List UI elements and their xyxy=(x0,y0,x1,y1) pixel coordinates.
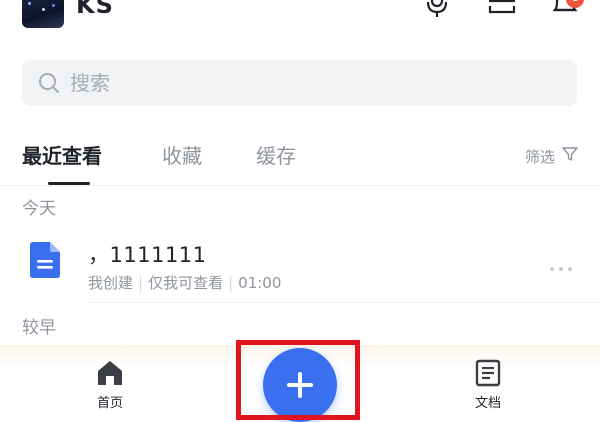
search-input[interactable] xyxy=(70,60,550,106)
home-icon xyxy=(98,361,122,385)
row-divider xyxy=(88,302,600,303)
nav-docs-label: 文档 xyxy=(474,396,501,411)
more-options-icon[interactable] xyxy=(548,258,574,271)
nav-home-label: 首页 xyxy=(96,396,123,411)
file-title: ，1111111 xyxy=(88,243,207,267)
file-creator: 我创建 xyxy=(88,274,134,292)
tab-cache[interactable]: 缓存 xyxy=(256,140,296,169)
tab-favorites[interactable]: 收藏 xyxy=(162,140,202,169)
file-permission: 仅我可查看 xyxy=(148,274,224,292)
search-icon xyxy=(38,72,60,94)
file-meta: 我创建 | 仅我可查看 | 01:00 xyxy=(88,272,281,293)
tab-divider xyxy=(0,185,600,186)
document-icon xyxy=(28,242,62,278)
section-label-earlier: 较早 xyxy=(22,318,56,338)
nav-home[interactable]: 首页 xyxy=(85,358,135,411)
filter-button[interactable]: 筛选 xyxy=(525,146,555,167)
docs-icon xyxy=(475,359,501,387)
section-label-today: 今天 xyxy=(22,199,56,219)
meta-separator: | xyxy=(138,274,144,292)
scan-icon[interactable] xyxy=(487,0,517,20)
meta-separator: | xyxy=(228,274,234,292)
tab-recent[interactable]: 最近查看 xyxy=(22,140,102,169)
top-bar: KS 1 xyxy=(0,0,600,40)
plus-icon xyxy=(287,372,313,398)
add-button[interactable] xyxy=(263,348,337,422)
user-name: KS xyxy=(76,0,114,19)
filter-icon[interactable] xyxy=(562,146,578,162)
nav-docs[interactable]: 文档 xyxy=(463,358,513,411)
microphone-icon[interactable] xyxy=(422,0,452,20)
avatar[interactable] xyxy=(22,0,64,28)
file-time: 01:00 xyxy=(238,274,282,292)
